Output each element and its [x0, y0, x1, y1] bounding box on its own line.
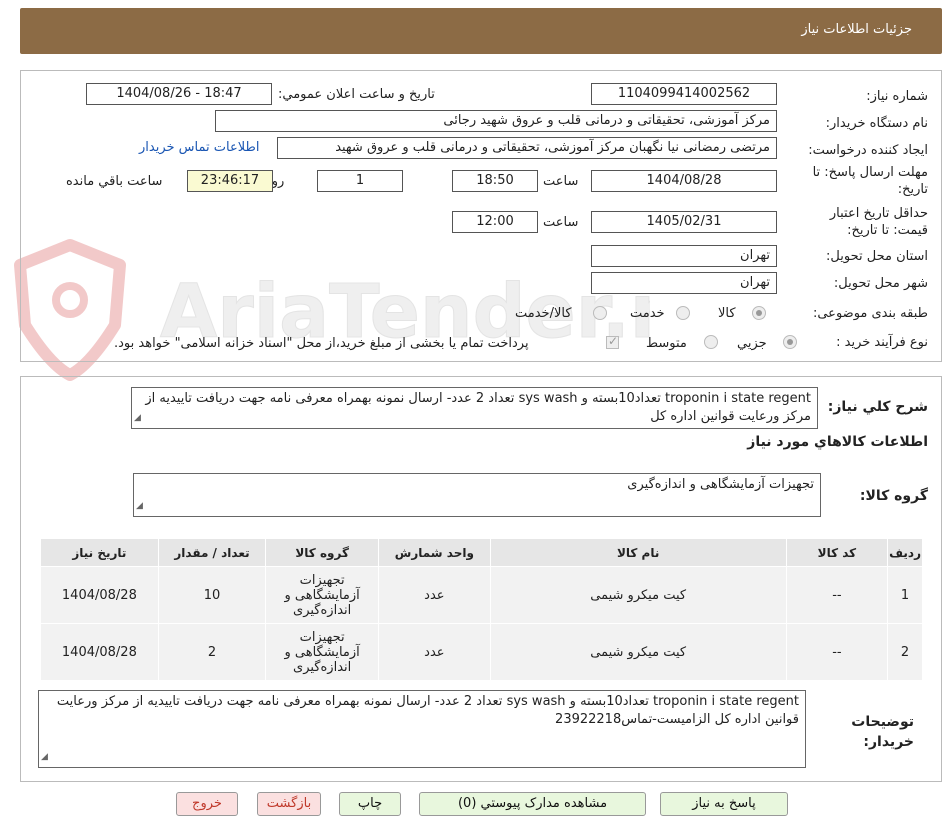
cell-need-date: 1404/08/28 — [40, 566, 159, 624]
cell-need-date: 1404/08/28 — [40, 623, 159, 681]
print-button[interactable]: چاپ — [339, 792, 401, 816]
table-header-row: رديف کد کالا نام کالا واحد شمارش گروه کا… — [40, 538, 923, 567]
resize-handle-icon[interactable]: ◢ — [41, 748, 48, 766]
view-attachments-button[interactable]: مشاهده مدارک پيوستي (0) — [419, 792, 646, 816]
cell-row-number: 2 — [887, 623, 923, 681]
cell-unit: عدد — [378, 566, 491, 624]
col-header-unit: واحد شمارش — [378, 538, 491, 567]
goods-group-textarea[interactable]: تجهیزات آزمایشگاهی و اندازه‌گیری ◢ — [133, 473, 821, 517]
description-textarea[interactable]: troponin i state regent تعداد10بسته و sy… — [131, 387, 818, 429]
goods-group-label: گروه کالا: — [859, 488, 928, 504]
cell-group: تجهیزات آزمایشگاهی و اندازه‌گیری — [265, 566, 380, 624]
col-header-name: نام کالا — [489, 538, 787, 567]
page-header: جزئیات اطلاعات نیاز — [20, 8, 942, 54]
resize-handle-icon[interactable]: ◢ — [134, 409, 141, 427]
exit-button[interactable]: خروج — [176, 792, 238, 816]
col-header-code: کد کالا — [785, 538, 889, 567]
back-button[interactable]: بازگشت — [257, 792, 321, 816]
resize-handle-icon[interactable]: ◢ — [136, 497, 143, 515]
goods-group-text: تجهیزات آزمایشگاهی و اندازه‌گیری — [627, 477, 814, 492]
col-header-quantity: تعداد / مقدار — [157, 538, 267, 567]
table-row: 1 -- کیت میکرو شیمی عدد تجهیزات آزمایشگا… — [40, 566, 923, 624]
col-header-group: گروه کالا — [265, 538, 380, 567]
cell-group: تجهیزات آزمایشگاهی و اندازه‌گیری — [265, 623, 380, 681]
page-title: جزئیات اطلاعات نیاز — [801, 22, 912, 37]
cell-name: کیت میکرو شیمی — [489, 566, 787, 624]
buyer-notes-text: troponin i state regent تعداد10بسته و sy… — [56, 694, 799, 727]
table-row: 2 -- کیت میکرو شیمی عدد تجهیزات آزمایشگا… — [40, 623, 923, 681]
buyer-notes-textarea[interactable]: troponin i state regent تعداد10بسته و sy… — [38, 690, 806, 768]
cell-quantity: 2 — [157, 623, 267, 681]
description-text: troponin i state regent تعداد10بسته و sy… — [145, 391, 811, 424]
col-header-row-number: رديف — [887, 538, 923, 567]
description-label: شرح کلي نياز: — [827, 399, 928, 415]
cell-quantity: 10 — [157, 566, 267, 624]
cell-row-number: 1 — [887, 566, 923, 624]
buyer-notes-label: توضيحات خريدار: — [851, 714, 914, 750]
cell-code: -- — [785, 566, 889, 624]
details-panel — [20, 70, 942, 362]
cell-name: کیت میکرو شیمی — [489, 623, 787, 681]
col-header-need-date: تاريخ نياز — [40, 538, 159, 567]
goods-section-title: اطلاعات کالاهاي مورد نياز — [747, 434, 928, 450]
cell-unit: عدد — [378, 623, 491, 681]
goods-table: رديف کد کالا نام کالا واحد شمارش گروه کا… — [40, 538, 923, 681]
cell-code: -- — [785, 623, 889, 681]
reply-button[interactable]: پاسخ به نياز — [660, 792, 788, 816]
